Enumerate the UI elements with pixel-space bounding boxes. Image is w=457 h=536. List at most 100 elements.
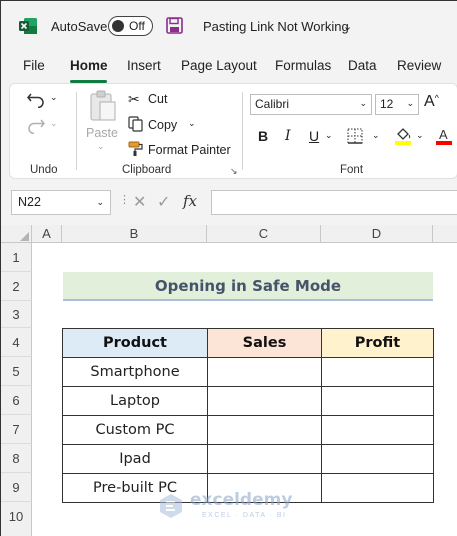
underline-button[interactable]: U [309, 128, 319, 144]
column-header-d[interactable]: D [321, 225, 433, 243]
profit-cell[interactable] [321, 415, 434, 445]
underline-dropdown-icon[interactable]: ⌄ [325, 130, 333, 141]
format-painter-button[interactable]: Format Painter [148, 143, 231, 157]
column-header-a[interactable]: A [32, 225, 62, 243]
format-painter-icon[interactable] [128, 141, 144, 157]
clipboard-group-label: Clipboard [122, 164, 172, 176]
undo-dropdown-icon[interactable]: ⌄ [50, 92, 58, 103]
product-cell[interactable]: Smartphone [62, 357, 208, 387]
row-header[interactable]: 8 [1, 444, 32, 473]
row-header[interactable]: 1 [1, 243, 32, 272]
fill-color-dropdown-icon[interactable]: ⌄ [416, 130, 424, 141]
fill-color-icon[interactable] [394, 126, 412, 146]
autosave-toggle[interactable]: Off [108, 16, 153, 36]
toggle-state: Off [129, 19, 145, 33]
profit-cell[interactable] [321, 357, 434, 387]
ribbon-panel: ⌄ ⌄ Undo Paste ⌄ ✂ Cut Copy ⌄ Format Pai [9, 83, 457, 179]
font-group-label: Font [340, 164, 364, 176]
profit-cell[interactable] [321, 444, 434, 474]
profit-cell[interactable] [321, 386, 434, 416]
italic-button[interactable]: I [285, 128, 291, 144]
cut-button[interactable]: Cut [148, 92, 167, 106]
borders-dropdown-icon[interactable]: ⌄ [372, 130, 380, 141]
header-product[interactable]: Product [62, 328, 208, 358]
more-options-icon[interactable]: ⋮ [119, 193, 130, 206]
ribbon: ⌄ ⌄ Undo Paste ⌄ ✂ Cut Copy ⌄ Format Pai [1, 83, 457, 181]
row-header[interactable]: 3 [1, 301, 32, 328]
exceldemy-logo-icon [160, 494, 182, 518]
sales-cell[interactable] [207, 415, 322, 445]
tab-formulas[interactable]: Formulas [275, 58, 331, 73]
confirm-entry-icon[interactable]: ✓ [157, 192, 170, 212]
tab-page-layout[interactable]: Page Layout [181, 58, 257, 73]
product-cell[interactable]: Laptop [62, 386, 208, 416]
toggle-knob [112, 19, 124, 32]
formula-input[interactable] [211, 190, 457, 215]
clipboard-launcher-icon[interactable]: ↘ [230, 166, 238, 177]
font-family-value: Calibri [255, 97, 290, 111]
ribbon-tabs: File Home Insert Page Layout Formulas Da… [1, 53, 457, 83]
redo-icon [28, 119, 45, 134]
exceldemy-watermark: exceldemy EXCEL · DATA · BI [158, 490, 308, 524]
section-title[interactable]: Opening in Safe Mode [63, 272, 433, 301]
watermark-name: exceldemy [190, 490, 293, 510]
save-icon[interactable] [166, 17, 183, 34]
undo-group-label: Undo [30, 164, 58, 176]
row-header[interactable]: 10 [1, 502, 32, 536]
row-header[interactable]: 9 [1, 473, 32, 502]
sales-cell[interactable] [207, 444, 322, 474]
font-size-select[interactable]: 12 ⌄ [375, 94, 419, 115]
undo-icon[interactable] [26, 90, 46, 108]
font-size-value: 12 [380, 97, 394, 111]
insert-function-button[interactable]: fx [183, 192, 197, 210]
table-row: Custom PC [62, 415, 434, 445]
chevron-down-icon: ⌄ [359, 98, 367, 108]
select-all-corner[interactable] [1, 225, 32, 243]
row-header[interactable]: 4 [1, 328, 32, 357]
row-header[interactable]: 2 [1, 272, 32, 301]
copy-button[interactable]: Copy [148, 118, 177, 132]
header-profit[interactable]: Profit [321, 328, 434, 358]
row-header[interactable]: 6 [1, 386, 32, 415]
sales-cell[interactable] [207, 357, 322, 387]
tab-file[interactable]: File [23, 58, 45, 73]
borders-icon[interactable] [347, 128, 363, 144]
name-box[interactable]: N22 ⌄ [11, 190, 111, 215]
excel-logo-icon [19, 18, 37, 34]
watermark-tagline: EXCEL · DATA · BI [202, 512, 287, 519]
copy-dropdown-icon[interactable]: ⌄ [188, 118, 196, 129]
paste-dropdown-icon: ⌄ [97, 141, 105, 151]
column-header-b[interactable]: B [62, 225, 207, 243]
sales-cell[interactable] [207, 386, 322, 416]
bold-button[interactable]: B [258, 128, 268, 144]
product-cell[interactable]: Custom PC [62, 415, 208, 445]
table-row: Laptop [62, 386, 434, 416]
paste-label: Paste [86, 126, 118, 140]
font-color-icon[interactable]: A [435, 126, 453, 146]
column-header-c[interactable]: C [207, 225, 321, 243]
name-box-value: N22 [18, 195, 41, 209]
svg-text:A: A [439, 127, 448, 142]
header-sales[interactable]: Sales [207, 328, 322, 358]
group-divider [242, 92, 243, 170]
font-family-select[interactable]: Calibri ⌄ [250, 94, 372, 115]
row-header[interactable]: 7 [1, 415, 32, 444]
tab-insert[interactable]: Insert [127, 58, 161, 73]
product-cell[interactable]: Ipad [62, 444, 208, 474]
tab-review[interactable]: Review [397, 58, 441, 73]
tab-data[interactable]: Data [348, 58, 377, 73]
tab-home[interactable]: Home [70, 58, 108, 73]
group-divider [76, 92, 77, 170]
profit-cell[interactable] [321, 473, 434, 503]
table-row: Ipad [62, 444, 434, 474]
table-row: Smartphone [62, 357, 434, 387]
chevron-down-icon[interactable]: ⌄ [343, 20, 352, 33]
row-header[interactable]: 5 [1, 357, 32, 386]
worksheet-grid[interactable]: A B C D 1 2 3 4 5 6 7 8 9 10 Opening in … [1, 225, 457, 536]
document-title[interactable]: Pasting Link Not Working [203, 19, 349, 34]
increase-font-size-icon[interactable]: A^ [424, 93, 439, 111]
copy-icon[interactable] [128, 116, 143, 132]
cancel-entry-icon[interactable]: ✕ [133, 192, 146, 212]
table-header-row: Product Sales Profit [62, 328, 434, 358]
scissors-icon[interactable]: ✂ [128, 91, 140, 108]
